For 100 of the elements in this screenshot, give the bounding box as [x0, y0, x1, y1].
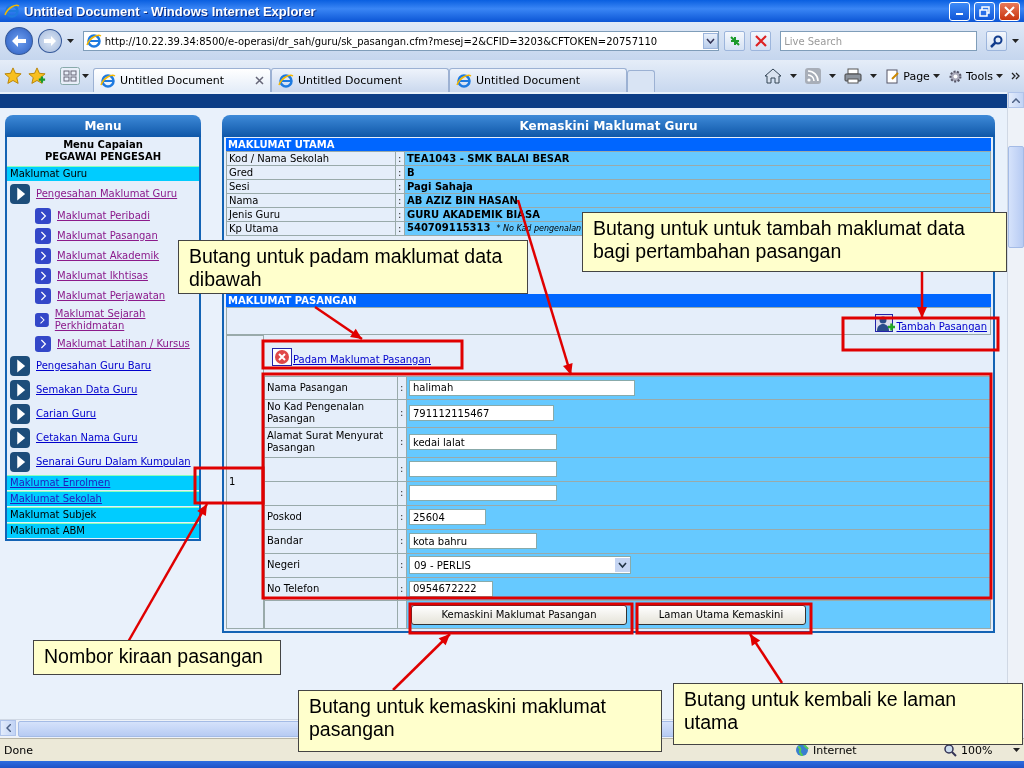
window-title: Untitled Document - Windows Internet Explorer	[24, 3, 317, 19]
zoom-control[interactable]: 100%	[943, 743, 1013, 757]
menu-section[interactable]: Maklumat ABM	[7, 523, 199, 538]
add-favorite-icon[interactable]	[28, 67, 46, 85]
text-field[interactable]: halimah	[409, 379, 635, 396]
caret-icon[interactable]	[790, 74, 798, 78]
caret-icon[interactable]	[1012, 39, 1020, 43]
page-icon	[85, 33, 102, 49]
back-arrow-icon	[10, 34, 27, 48]
submenu-link[interactable]: Maklumat Akademik	[57, 250, 160, 262]
forward-arrow-icon	[42, 35, 57, 47]
printer-icon[interactable]	[844, 68, 863, 84]
chevron-icon[interactable]	[1011, 72, 1020, 80]
menu-link[interactable]: Cetakan Nama Guru	[36, 432, 138, 444]
text-field[interactable]: 25604	[409, 509, 486, 525]
dropdown-button[interactable]	[703, 33, 719, 49]
close-tab-icon[interactable]	[255, 76, 264, 85]
text-field[interactable]: kedai lalat	[409, 434, 557, 450]
menu-link[interactable]: Semakan Data Guru	[36, 384, 138, 396]
add-spouse-link[interactable]: Tambah Pasangan	[875, 314, 987, 332]
submenu-link[interactable]: Maklumat Perjawatan	[57, 290, 166, 302]
tools-menu[interactable]: Tools	[947, 68, 1003, 84]
colon: :	[395, 151, 405, 166]
browser-tab[interactable]: Untitled Document	[271, 68, 449, 92]
submenu-link[interactable]: Maklumat Latihan / Kursus	[57, 338, 190, 350]
annotation-tooltip: Nombor kiraan pasangan	[33, 640, 281, 675]
text-field[interactable]	[409, 485, 557, 501]
menu-header: Menu	[5, 115, 201, 137]
field-label: Poskod	[267, 511, 302, 522]
text-field[interactable]	[409, 461, 557, 477]
ie-logo-icon	[4, 3, 20, 19]
delete-link[interactable]: Padam Maklumat Pasangan	[272, 347, 431, 366]
menu-section[interactable]: Maklumat Sekolah	[7, 491, 199, 506]
field-label: Alamat Surat Menyurat Pasangan	[267, 430, 384, 453]
restore-button[interactable]	[974, 1, 995, 21]
close-icon	[1004, 5, 1015, 17]
caret-icon[interactable]	[82, 74, 89, 78]
minimize-button[interactable]	[949, 1, 970, 21]
field-value: AB AZIZ BIN HASAN	[407, 194, 518, 206]
submenu-link[interactable]: Maklumat Pasangan	[57, 230, 158, 242]
annotation-tooltip: Butang untuk untuk tambah maklumat data bagi pertambahan pasangan	[582, 212, 1007, 272]
colon: :	[397, 553, 407, 577]
menu-link[interactable]: Pengesahan Maklumat Guru	[36, 188, 178, 200]
menu-section[interactable]: Maklumat Subjek	[7, 507, 199, 522]
back-button[interactable]	[5, 27, 33, 55]
browser-tab[interactable]: Untitled Document	[93, 68, 271, 92]
menu-section[interactable]: Maklumat Enrolmen	[7, 475, 199, 490]
colon: :	[397, 577, 407, 600]
text-field[interactable]: 0954672222	[409, 580, 493, 597]
caret-icon[interactable]	[870, 74, 878, 78]
ie-icon	[100, 72, 116, 89]
annotation-tooltip: Butang untuk padam maklumat data dibawah	[178, 240, 528, 294]
close-button[interactable]	[999, 1, 1020, 21]
submenu-link[interactable]: Maklumat Ikhtisas	[57, 270, 148, 282]
colon: :	[395, 207, 405, 222]
submenu-link[interactable]: Maklumat Sejarah Perkhidmatan	[54, 308, 196, 332]
refresh-button[interactable]	[724, 31, 746, 51]
colon: :	[395, 193, 405, 208]
forward-button[interactable]	[37, 29, 62, 53]
search-button[interactable]	[986, 31, 1008, 51]
caret-icon	[996, 74, 1003, 78]
star-icon[interactable]	[4, 67, 22, 85]
field-label: No Kad Pengenalan Pasangan	[267, 401, 365, 424]
address-field[interactable]: http://10.22.39.34:8500/e-operasi/dr_sah/guru/sk_pasangan.cfm?mesej=2&CFID=3203&CFTOKEN=20757110	[82, 31, 720, 51]
annotation-tooltip: Butang untuk kembali ke laman utama	[673, 683, 1023, 745]
browser-tab[interactable]: Untitled Document	[449, 68, 627, 92]
ie-icon	[456, 72, 472, 89]
home-icon[interactable]	[764, 68, 783, 84]
page-menu[interactable]: Page	[885, 68, 940, 84]
stop-button[interactable]	[750, 31, 772, 51]
arrow	[314, 305, 363, 341]
vertical-scrollbar[interactable]	[1007, 92, 1024, 720]
scroll-thumb[interactable]	[1008, 146, 1024, 248]
search-field[interactable]: Live Search	[780, 31, 978, 51]
menu-link[interactable]: Senarai Guru Dalam Kumpulan	[36, 456, 191, 468]
gear-icon	[947, 68, 963, 84]
text-field[interactable]: 791112115467	[409, 405, 554, 421]
colon: :	[395, 165, 405, 180]
field-label: Nama Pasangan	[267, 381, 348, 393]
field-value: TEA1043 - SMK BALAI BESAR	[407, 152, 570, 164]
colon: :	[397, 481, 407, 505]
state-select[interactable]: 09 - PERLIS	[409, 556, 631, 574]
caret-icon[interactable]	[1013, 748, 1020, 752]
caret-icon[interactable]	[829, 74, 837, 78]
menu-link[interactable]: Pengesahan Guru Baru	[36, 360, 152, 372]
caret-icon[interactable]	[66, 39, 74, 43]
colon: :	[397, 376, 407, 399]
delete-icon	[272, 347, 292, 366]
field-label: Negeri	[267, 559, 301, 570]
colon: :	[397, 427, 407, 457]
chevron-down-icon	[615, 558, 630, 572]
menu-link[interactable]: Carian Guru	[36, 408, 97, 420]
field-value: B	[407, 166, 415, 178]
stop-icon	[754, 35, 767, 47]
text-field[interactable]: kota bahru	[409, 533, 537, 549]
scroll-left-icon	[5, 724, 11, 733]
status-text: Done	[4, 743, 34, 757]
arrow	[748, 633, 784, 684]
menu-section[interactable]: Maklumat Guru	[7, 166, 199, 181]
submenu-link[interactable]: Maklumat Peribadi	[57, 210, 150, 222]
